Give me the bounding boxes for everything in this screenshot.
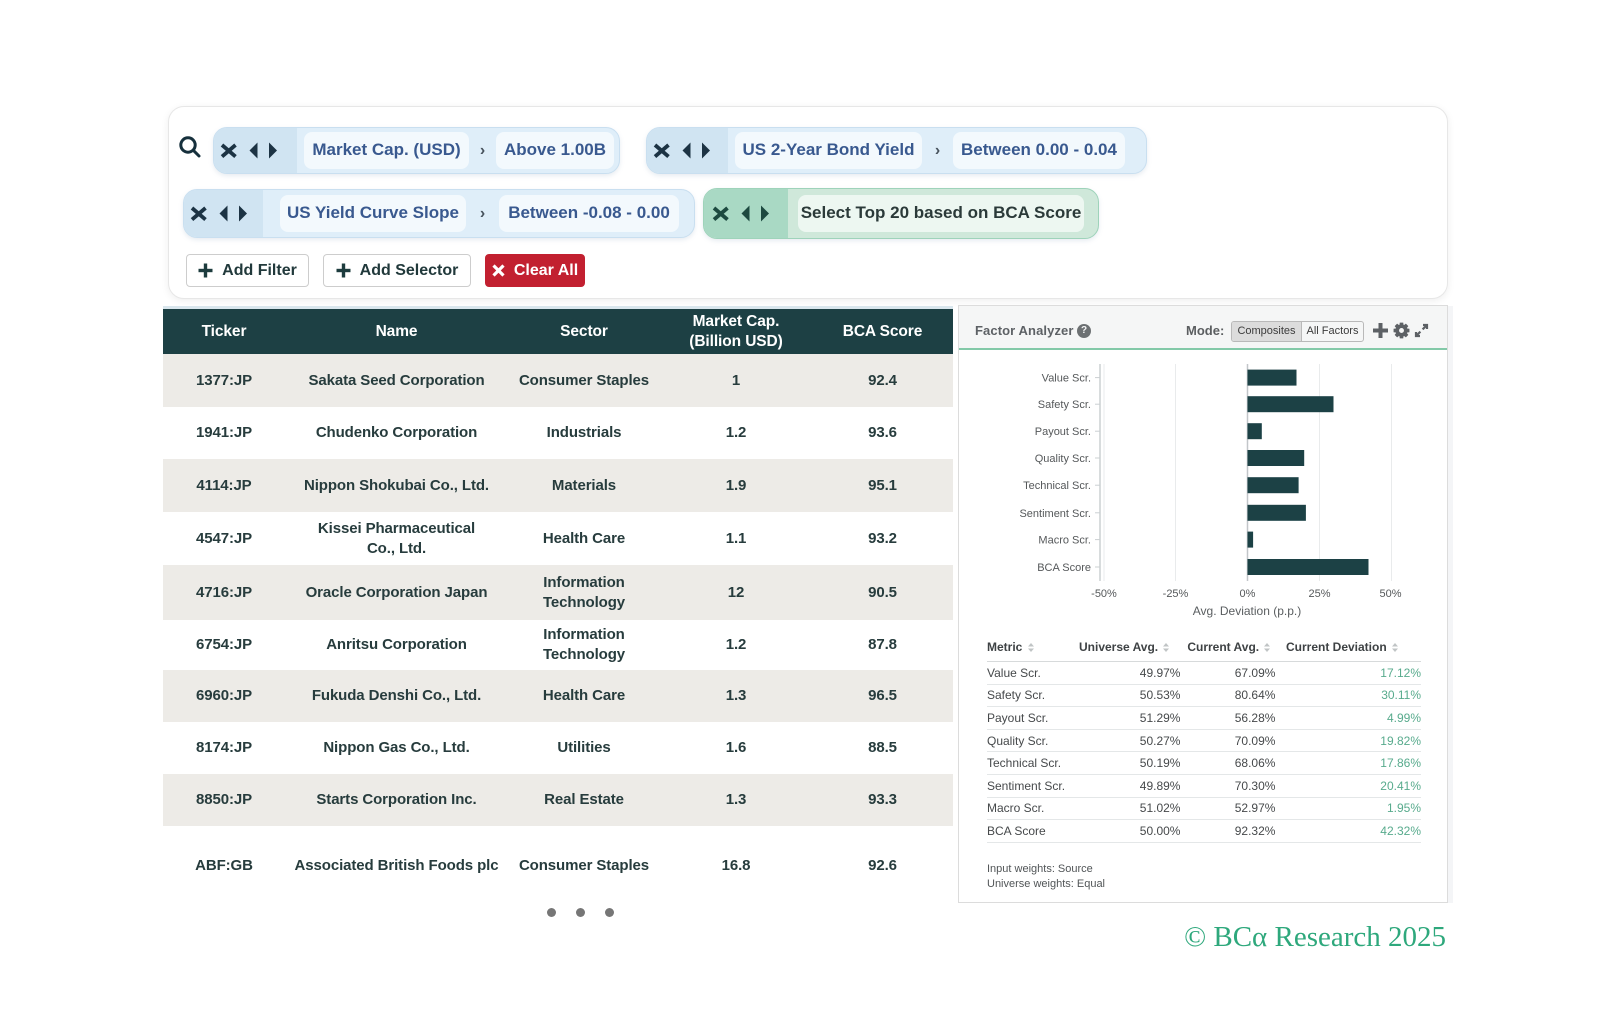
svg-text:Safety Scr.: Safety Scr. xyxy=(1038,399,1091,411)
svg-text:0%: 0% xyxy=(1240,588,1256,600)
svg-text:Technical Scr.: Technical Scr. xyxy=(1023,480,1091,492)
svg-text:-25%: -25% xyxy=(1163,588,1189,600)
svg-text:Macro Scr.: Macro Scr. xyxy=(1038,535,1091,547)
svg-text:Sentiment Scr.: Sentiment Scr. xyxy=(1019,508,1091,520)
svg-text:50%: 50% xyxy=(1379,588,1401,600)
svg-text:25%: 25% xyxy=(1308,588,1330,600)
svg-text:Avg. Deviation (p.p.): Avg. Deviation (p.p.) xyxy=(1193,604,1302,618)
svg-text:-50%: -50% xyxy=(1091,588,1117,600)
svg-text:Quality Scr.: Quality Scr. xyxy=(1035,453,1091,465)
svg-text:Payout Scr.: Payout Scr. xyxy=(1035,426,1091,438)
svg-text:Value Scr.: Value Scr. xyxy=(1042,373,1091,385)
svg-text:BCA Score: BCA Score xyxy=(1037,562,1091,574)
